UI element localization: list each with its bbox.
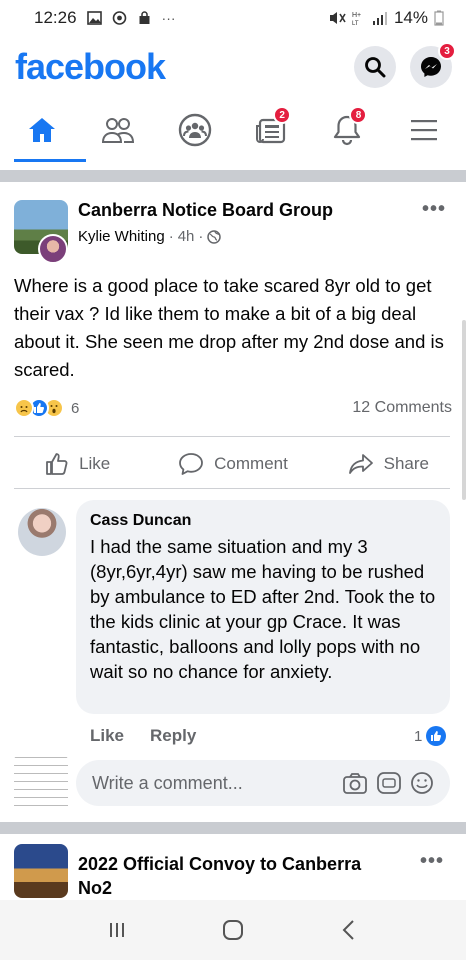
battery-icon — [434, 10, 444, 26]
feed-separator-2 — [0, 822, 466, 834]
post-body: Where is a good place to take scared 8yr… — [14, 275, 444, 380]
messenger-button[interactable]: 3 — [410, 42, 456, 88]
comment-actions: Like Reply — [90, 726, 196, 746]
actions-divider — [14, 436, 450, 437]
comments-divider — [14, 488, 450, 489]
gif-sticker-icon[interactable] — [376, 771, 402, 795]
post-time[interactable]: 4h — [178, 228, 195, 245]
comment-bubble[interactable]: Cass Duncan I had the same situation and… — [76, 500, 450, 714]
notifications-badge: 8 — [349, 106, 368, 124]
svg-text:H+: H+ — [352, 12, 361, 19]
like-label: Like — [79, 454, 111, 473]
system-nav-bar — [0, 900, 466, 960]
next-post-title[interactable]: 2022 Official Convoy to Canberra No2 — [78, 852, 398, 900]
tab-bar: 2 8 — [0, 100, 466, 162]
messenger-badge: 3 — [438, 42, 456, 60]
back-icon[interactable] — [339, 918, 359, 942]
reaction-count[interactable]: 6 — [71, 400, 79, 417]
bag-icon — [139, 11, 150, 24]
sad-reaction-icon — [14, 398, 34, 418]
camera-icon[interactable] — [342, 771, 368, 795]
post-options-button[interactable]: ••• — [422, 198, 446, 221]
write-comment-row: Write a comment... — [0, 756, 466, 812]
tab-news[interactable]: 2 — [241, 100, 301, 160]
author-name[interactable]: Kylie Whiting — [78, 228, 165, 245]
comment-label: Comment — [214, 454, 288, 473]
author-avatar[interactable] — [38, 234, 68, 264]
network-type-icon: H+ LT — [352, 12, 361, 26]
reactions-row: 6 12 Comments — [14, 396, 454, 420]
next-post-avatar[interactable] — [14, 844, 68, 898]
commenter-name[interactable]: Cass Duncan — [90, 512, 436, 530]
comment-reply-button[interactable]: Reply — [150, 726, 196, 746]
messenger-icon — [421, 57, 441, 77]
emoji-icon[interactable] — [410, 771, 434, 795]
my-avatar — [14, 756, 68, 810]
home-icon — [29, 118, 56, 142]
app-header: facebook 3 — [0, 36, 466, 98]
search-icon — [365, 57, 386, 78]
facebook-logo[interactable]: facebook — [15, 46, 166, 88]
data-saver-icon — [112, 11, 126, 25]
signal-icon — [372, 12, 387, 25]
meta-separator: · — [168, 228, 174, 245]
post-actions: Like Comment Share — [0, 444, 466, 484]
comment-input-placeholder: Write a comment... — [92, 772, 243, 793]
menu-icon — [410, 120, 437, 141]
tab-home[interactable] — [12, 100, 87, 162]
like-button[interactable]: Like — [0, 452, 155, 476]
tab-notifications[interactable]: 8 — [317, 100, 377, 160]
tab-friends[interactable] — [88, 100, 148, 160]
commenter-avatar[interactable] — [18, 508, 66, 556]
friends-icon — [102, 118, 135, 143]
like-badge-icon — [426, 726, 447, 746]
comment-like-number: 1 — [414, 727, 423, 745]
comment-like-button[interactable]: Like — [90, 726, 124, 746]
tab-menu[interactable] — [394, 100, 454, 160]
share-icon — [348, 454, 373, 474]
status-more: ··· — [161, 10, 176, 26]
feed-separator — [0, 170, 466, 182]
comments-count[interactable]: 12 Comments — [352, 399, 452, 417]
meta-separator: · — [198, 228, 204, 245]
post-meta: Kylie Whiting · 4h · — [78, 228, 222, 245]
post-header: Canberra Notice Board Group Kylie Whitin… — [14, 198, 454, 264]
status-time: 12:26 — [34, 8, 77, 27]
search-button[interactable] — [354, 46, 396, 88]
tab-groups[interactable] — [165, 100, 225, 160]
scrollbar[interactable] — [462, 320, 466, 500]
comment-input[interactable]: Write a comment... — [76, 760, 450, 806]
next-post-options-button[interactable]: ••• — [420, 850, 444, 873]
group-name[interactable]: Canberra Notice Board Group — [78, 200, 333, 221]
share-label: Share — [383, 454, 429, 473]
home-nav-icon[interactable] — [221, 918, 245, 942]
comment-like-count[interactable]: 1 — [414, 726, 447, 746]
recent-apps-icon[interactable] — [107, 920, 127, 940]
status-bar: 12:26 ··· H+ LT 14% — [0, 0, 466, 36]
comment-text: I had the same situation and my 3 (8yr,6… — [90, 536, 436, 682]
comment-icon — [179, 453, 204, 475]
share-button[interactable]: Share — [311, 452, 466, 476]
battery-percent: 14% — [393, 8, 428, 27]
svg-text:LT: LT — [352, 21, 359, 26]
mute-icon — [329, 12, 346, 24]
comment-button[interactable]: Comment — [155, 452, 310, 476]
thumbs-up-icon — [46, 453, 68, 475]
news-badge: 2 — [273, 106, 292, 124]
groups-icon — [178, 113, 212, 147]
gallery-icon — [86, 11, 102, 25]
comment-input-tools — [342, 771, 434, 795]
globe-icon — [207, 229, 222, 244]
active-tab-indicator — [14, 159, 87, 162]
next-post-header: 2022 Official Convoy to Canberra No2 ••• — [0, 836, 466, 900]
